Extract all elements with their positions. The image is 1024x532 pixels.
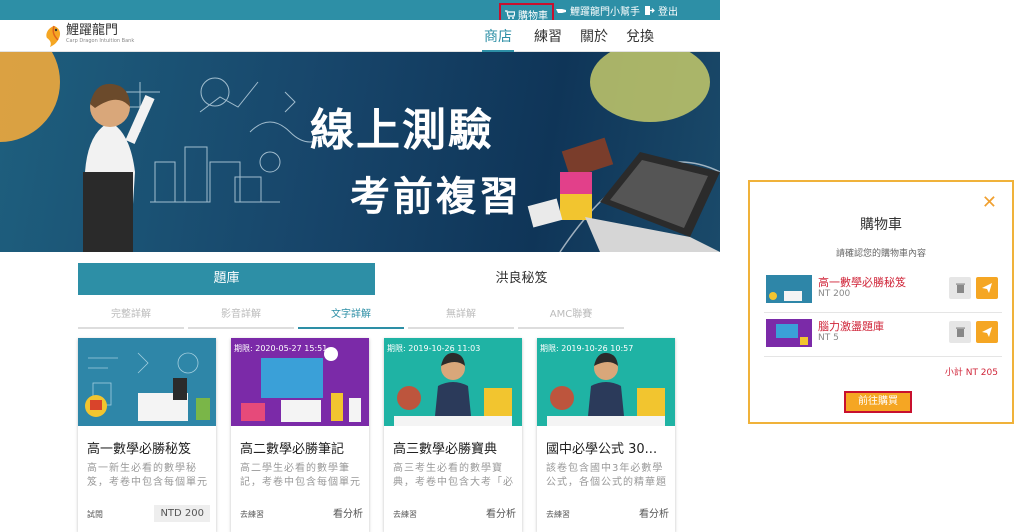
- cart-item-thumbnail: [766, 275, 812, 303]
- nav-tab-shop[interactable]: 商店: [482, 26, 514, 52]
- card-practice-link[interactable]: 去練習: [240, 509, 264, 520]
- hero-subheadline: 考前複習: [350, 174, 522, 220]
- card-price[interactable]: NTD 200: [154, 505, 210, 522]
- sub-tab-full-solution[interactable]: 完整詳解: [78, 305, 184, 329]
- close-icon[interactable]: ✕: [982, 194, 997, 212]
- cart-item: 腦力激盪題庫 NT 5: [764, 316, 1002, 352]
- trash-icon: [955, 327, 965, 337]
- card-analysis-link[interactable]: 看分析: [333, 505, 363, 520]
- cart-subtitle: 請確認您的購物車內容: [835, 249, 926, 259]
- top-bar: 購物車 鯉躍龍門小幫手 登出: [0, 0, 720, 26]
- card-title: 高三數學必勝寶典: [393, 442, 498, 457]
- helper-link-label: 鯉躍龍門小幫手: [570, 7, 640, 18]
- hero-banner: 線上測驗 考前複習: [0, 52, 720, 252]
- nav-bar: 鯉躍龍門 Carp Dragon Intuition Bank 商店 練習 關於…: [0, 20, 720, 52]
- buy-item-button[interactable]: [976, 277, 998, 299]
- product-card[interactable]: 高一數學必勝秘笈 高一新生必看的數學秘笈，考卷中包含每個單元 試閱 NTD 20…: [78, 338, 216, 532]
- trash-icon: [955, 283, 965, 293]
- shop-page: 購物車 鯉躍龍門小幫手 登出 鯉躍龍門 Carp Dragon Intuitio…: [0, 0, 720, 532]
- card-deadline: 期限: 2019-10-26 10:57: [540, 344, 634, 353]
- tab-hong-liang-secrets[interactable]: 洪良秘笈: [375, 263, 668, 295]
- delete-item-button[interactable]: [949, 321, 971, 343]
- delete-item-button[interactable]: [949, 277, 971, 299]
- nav-tab-practice[interactable]: 練習: [534, 26, 562, 46]
- send-icon: [982, 327, 992, 337]
- card-thumbnail: [78, 338, 216, 426]
- cart-item-name[interactable]: 高一數學必勝秘笈: [818, 274, 906, 290]
- card-description: 高三考生必看的數學寶典，考卷中包含大考「必: [393, 463, 514, 488]
- brand-logo[interactable]: 鯉躍龍門 Carp Dragon Intuition Bank: [44, 24, 134, 48]
- buy-item-button[interactable]: [976, 321, 998, 343]
- main-tab-bar: 題庫 洪良秘笈: [78, 263, 668, 295]
- product-card[interactable]: 期限: 2020-05-27 15:51 高二數學必勝筆記 高二學生必看的數學筆…: [231, 338, 369, 532]
- card-title: 高二數學必勝筆記: [240, 442, 345, 457]
- product-card[interactable]: 期限: 2019-10-26 10:57 國中必學公式 30... 該卷包含國中…: [537, 338, 675, 532]
- hero-headline: 線上測驗: [310, 105, 494, 156]
- logout-link-label: 登出: [658, 7, 678, 18]
- sub-tab-bar: 完整詳解 影音詳解 文字詳解 無詳解 AMC聯賽: [78, 305, 668, 331]
- logout-link[interactable]: 登出: [645, 3, 678, 18]
- sub-tab-no-solution[interactable]: 無詳解: [408, 305, 514, 329]
- carp-logo-icon: [46, 25, 61, 47]
- cart-icon: [505, 10, 515, 19]
- card-deadline: 期限: 2020-05-27 15:51: [234, 344, 328, 353]
- card-description: 高二學生必看的數學筆記，考卷中包含每個單元: [240, 463, 361, 488]
- card-practice-link[interactable]: 去練習: [546, 509, 570, 520]
- card-title: 國中必學公式 30...: [546, 442, 658, 457]
- sub-tab-video-solution[interactable]: 影音詳解: [188, 305, 294, 329]
- hand-icon: [556, 9, 566, 13]
- divider: [764, 312, 1002, 313]
- card-deadline: 期限: 2019-10-26 11:03: [387, 344, 481, 353]
- cart-item-price: NT 200: [818, 289, 851, 299]
- cart-item-price: NT 5: [818, 333, 839, 343]
- brand-name: 鯉躍龍門: [66, 23, 119, 38]
- card-title: 高一數學必勝秘笈: [87, 442, 192, 457]
- card-analysis-link[interactable]: 看分析: [486, 505, 516, 520]
- cart-subtotal: 小計 NT 205: [944, 368, 998, 378]
- helper-link[interactable]: 鯉躍龍門小幫手: [556, 3, 640, 18]
- product-card[interactable]: 期限: 2019-10-26 11:03 高三數學必勝寶典 高三考生必看的數學寶…: [384, 338, 522, 532]
- brand-tagline: Carp Dragon Intuition Bank: [66, 38, 135, 44]
- nav-tab-about[interactable]: 關於: [580, 26, 608, 46]
- cart-item-thumbnail: [766, 319, 812, 347]
- cart-item-name[interactable]: 腦力激盪題庫: [818, 318, 884, 334]
- cart-dialog: ✕ 購物車 請確認您的購物車內容 高一數學必勝秘笈 NT 200 腦力激盪題庫 …: [748, 180, 1014, 424]
- card-analysis-link[interactable]: 看分析: [639, 505, 669, 520]
- tab-question-bank[interactable]: 題庫: [78, 263, 375, 295]
- sub-tab-amc-league[interactable]: AMC聯賽: [518, 305, 624, 329]
- logout-icon: [645, 6, 655, 15]
- divider: [764, 356, 1002, 357]
- sub-tab-text-solution[interactable]: 文字詳解: [298, 305, 404, 329]
- card-description: 高一新生必看的數學秘笈，考卷中包含每個單元: [87, 463, 208, 488]
- checkout-button[interactable]: 前往購買: [844, 391, 912, 413]
- send-icon: [982, 283, 992, 293]
- card-preview-link[interactable]: 試閱: [87, 509, 103, 520]
- cart-item: 高一數學必勝秘笈 NT 200: [764, 272, 1002, 308]
- cart-title: 購物車: [860, 217, 902, 233]
- card-practice-link[interactable]: 去練習: [393, 509, 417, 520]
- card-description: 該卷包含國中3年必數學公式，各個公式的精華題目: [546, 463, 667, 488]
- nav-tab-redeem[interactable]: 兌換: [626, 26, 654, 46]
